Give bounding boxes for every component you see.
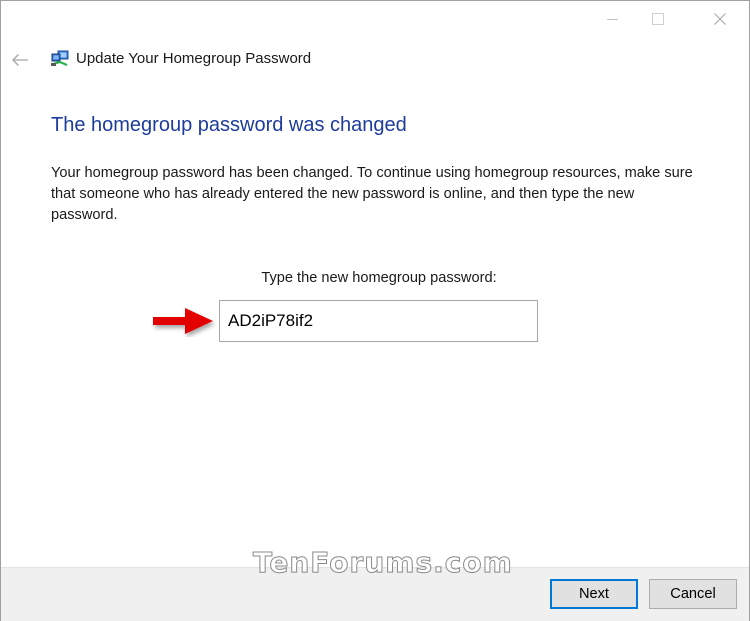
homegroup-network-icon xyxy=(51,50,69,67)
red-arrow-icon xyxy=(153,308,213,334)
next-button[interactable]: Next xyxy=(550,579,638,609)
window-title: Update Your Homegroup Password xyxy=(76,50,312,67)
password-input[interactable] xyxy=(220,301,537,341)
password-field[interactable] xyxy=(219,300,538,342)
page-heading: The homegroup password was changed xyxy=(51,114,407,136)
cancel-button[interactable]: Cancel xyxy=(649,579,737,609)
description-text: Your homegroup password has been changed… xyxy=(51,165,693,223)
minimize-button[interactable] xyxy=(589,1,635,37)
back-arrow-icon xyxy=(11,53,28,67)
dialog-window: Update Your Homegroup Password The homeg… xyxy=(0,0,750,621)
maximize-icon xyxy=(652,13,664,25)
password-label: Type the new homegroup password: xyxy=(261,270,497,286)
close-icon xyxy=(714,13,726,25)
maximize-button[interactable] xyxy=(635,1,681,37)
minimize-icon xyxy=(606,18,618,20)
watermark: TenForums.com xyxy=(253,546,513,580)
close-button[interactable] xyxy=(697,1,743,37)
back-button[interactable] xyxy=(9,49,31,71)
